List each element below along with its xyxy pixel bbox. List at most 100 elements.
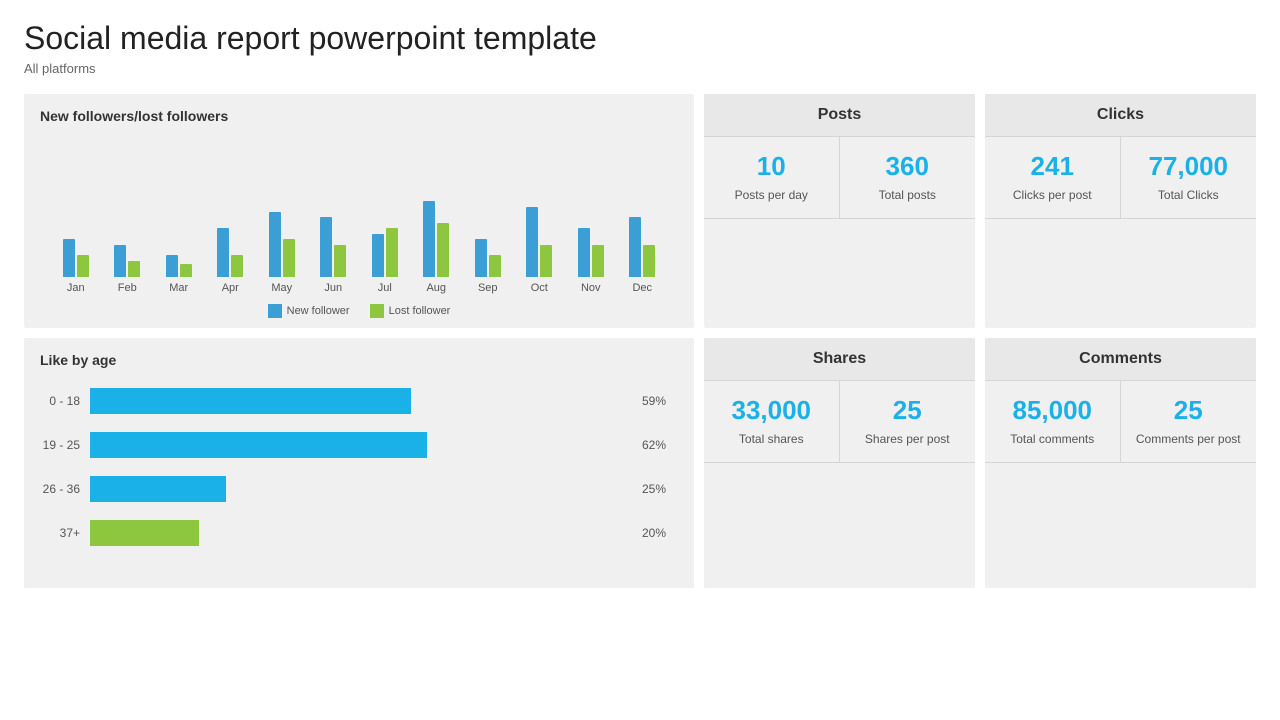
hbar-track-2 bbox=[90, 476, 634, 502]
bar-pair-nov bbox=[565, 228, 617, 277]
clicks-label2: Total Clicks bbox=[1131, 188, 1247, 204]
age-chart-title: Like by age bbox=[40, 352, 678, 368]
bar-green-jun bbox=[334, 245, 346, 278]
hbar-pct-2: 25% bbox=[642, 482, 678, 496]
bar-group-sep: Sep bbox=[462, 134, 514, 294]
hbar-label-0: 0 - 18 bbox=[40, 394, 90, 408]
shares-value1-cell: 33,000 Total shares bbox=[704, 381, 840, 463]
bar-month-label-sep: Sep bbox=[478, 282, 498, 294]
bar-blue-apr bbox=[217, 228, 229, 277]
hbar-row-2: 26 - 3625% bbox=[40, 476, 678, 502]
bar-chart-title: New followers/lost followers bbox=[40, 108, 678, 124]
bar-group-jan: Jan bbox=[50, 134, 102, 294]
bar-pair-dec bbox=[617, 217, 669, 277]
clicks-card: Clicks 241 Clicks per post 77,000 Total … bbox=[985, 94, 1256, 328]
hbar-pct-1: 62% bbox=[642, 438, 678, 452]
bar-blue-feb bbox=[114, 245, 126, 278]
hbar-fill-3 bbox=[90, 520, 199, 546]
bar-group-feb: Feb bbox=[102, 134, 154, 294]
legend-blue-label: New follower bbox=[287, 305, 350, 317]
legend-blue: New follower bbox=[268, 304, 350, 318]
legend-green-icon bbox=[370, 304, 384, 318]
comments-value1-cell: 85,000 Total comments bbox=[985, 381, 1121, 463]
comments-grid: 85,000 Total comments 25 Comments per po… bbox=[985, 380, 1256, 463]
hbar-row-0: 0 - 18 59% bbox=[40, 388, 678, 414]
posts-card: Posts 10 Posts per day 360 Total posts bbox=[704, 94, 975, 328]
shares-card: Shares 33,000 Total shares 25 Shares per… bbox=[704, 338, 975, 588]
bar-group-mar: Mar bbox=[153, 134, 205, 294]
bar-month-label-jul: Jul bbox=[378, 282, 392, 294]
bar-month-label-dec: Dec bbox=[632, 282, 652, 294]
hbar-label-1: 19 - 25 bbox=[40, 438, 90, 452]
posts-value1-cell: 10 Posts per day bbox=[704, 137, 840, 219]
posts-header: Posts bbox=[704, 94, 975, 136]
posts-label2: Total posts bbox=[850, 188, 966, 204]
hbar-fill-2 bbox=[90, 476, 226, 502]
shares-value2-cell: 25 Shares per post bbox=[840, 381, 976, 463]
comments-card: Comments 85,000 Total comments 25 Commen… bbox=[985, 338, 1256, 588]
bar-green-apr bbox=[231, 255, 243, 277]
comments-value2-cell: 25 Comments per post bbox=[1121, 381, 1257, 463]
clicks-value1: 241 bbox=[995, 151, 1110, 182]
bar-pair-feb bbox=[102, 245, 154, 278]
bar-pair-jan bbox=[50, 239, 102, 277]
bar-group-may: May bbox=[256, 134, 308, 294]
bar-month-label-oct: Oct bbox=[531, 282, 548, 294]
bar-group-apr: Apr bbox=[205, 134, 257, 294]
clicks-label1: Clicks per post bbox=[995, 188, 1110, 204]
bar-green-aug bbox=[437, 223, 449, 277]
hbar-fill-1 bbox=[90, 432, 427, 458]
bar-blue-mar bbox=[166, 255, 178, 277]
bar-pair-jul bbox=[359, 228, 411, 277]
bar-group-oct: Oct bbox=[514, 134, 566, 294]
comments-value1: 85,000 bbox=[995, 395, 1110, 426]
comments-label1: Total comments bbox=[995, 432, 1110, 448]
shares-value1: 33,000 bbox=[714, 395, 829, 426]
bar-month-label-nov: Nov bbox=[581, 282, 601, 294]
hbar-label-3: 37+ bbox=[40, 526, 90, 540]
posts-value2: 360 bbox=[850, 151, 966, 182]
shares-value2: 25 bbox=[850, 395, 966, 426]
bar-green-mar bbox=[180, 264, 192, 277]
bar-group-nov: Nov bbox=[565, 134, 617, 294]
posts-label1: Posts per day bbox=[714, 188, 829, 204]
legend-green-label: Lost follower bbox=[389, 305, 451, 317]
clicks-value2: 77,000 bbox=[1131, 151, 1247, 182]
clicks-value1-cell: 241 Clicks per post bbox=[985, 137, 1121, 219]
clicks-grid: 241 Clicks per post 77,000 Total Clicks bbox=[985, 136, 1256, 219]
hbar-track-0 bbox=[90, 388, 634, 414]
bar-month-label-apr: Apr bbox=[222, 282, 239, 294]
hbar-fill-0 bbox=[90, 388, 411, 414]
hbar-pct-0: 59% bbox=[642, 394, 678, 408]
comments-header: Comments bbox=[985, 338, 1256, 380]
bar-month-label-feb: Feb bbox=[118, 282, 137, 294]
age-bar-chart: 0 - 1859%19 - 2562%26 - 3625%37+20% bbox=[40, 378, 678, 574]
shares-label2: Shares per post bbox=[850, 432, 966, 448]
page-title: Social media report powerpoint template bbox=[24, 20, 1256, 57]
hbar-track-3 bbox=[90, 520, 634, 546]
legend-green: Lost follower bbox=[370, 304, 451, 318]
bar-group-jul: Jul bbox=[359, 134, 411, 294]
clicks-value2-cell: 77,000 Total Clicks bbox=[1121, 137, 1257, 219]
comments-value2: 25 bbox=[1131, 395, 1247, 426]
bar-blue-jul bbox=[372, 234, 384, 277]
posts-grid: 10 Posts per day 360 Total posts bbox=[704, 136, 975, 219]
bar-pair-aug bbox=[411, 201, 463, 277]
bar-green-jul bbox=[386, 228, 398, 277]
age-chart-card: Like by age 0 - 18 59% 19 - 25 62% 26 - 3625… bbox=[24, 338, 694, 588]
bar-group-jun: Jun bbox=[308, 134, 360, 294]
clicks-header: Clicks bbox=[985, 94, 1256, 136]
bar-blue-aug bbox=[423, 201, 435, 277]
bar-blue-jan bbox=[63, 239, 75, 277]
bar-month-label-jun: Jun bbox=[324, 282, 342, 294]
bar-month-label-may: May bbox=[271, 282, 292, 294]
bar-pair-apr bbox=[205, 228, 257, 277]
bar-month-label-mar: Mar bbox=[169, 282, 188, 294]
bar-blue-sep bbox=[475, 239, 487, 277]
bar-group-aug: Aug bbox=[411, 134, 463, 294]
bar-blue-may bbox=[269, 212, 281, 277]
bar-blue-oct bbox=[526, 207, 538, 277]
bar-pair-jun bbox=[308, 217, 360, 277]
bar-blue-nov bbox=[578, 228, 590, 277]
posts-value1: 10 bbox=[714, 151, 829, 182]
